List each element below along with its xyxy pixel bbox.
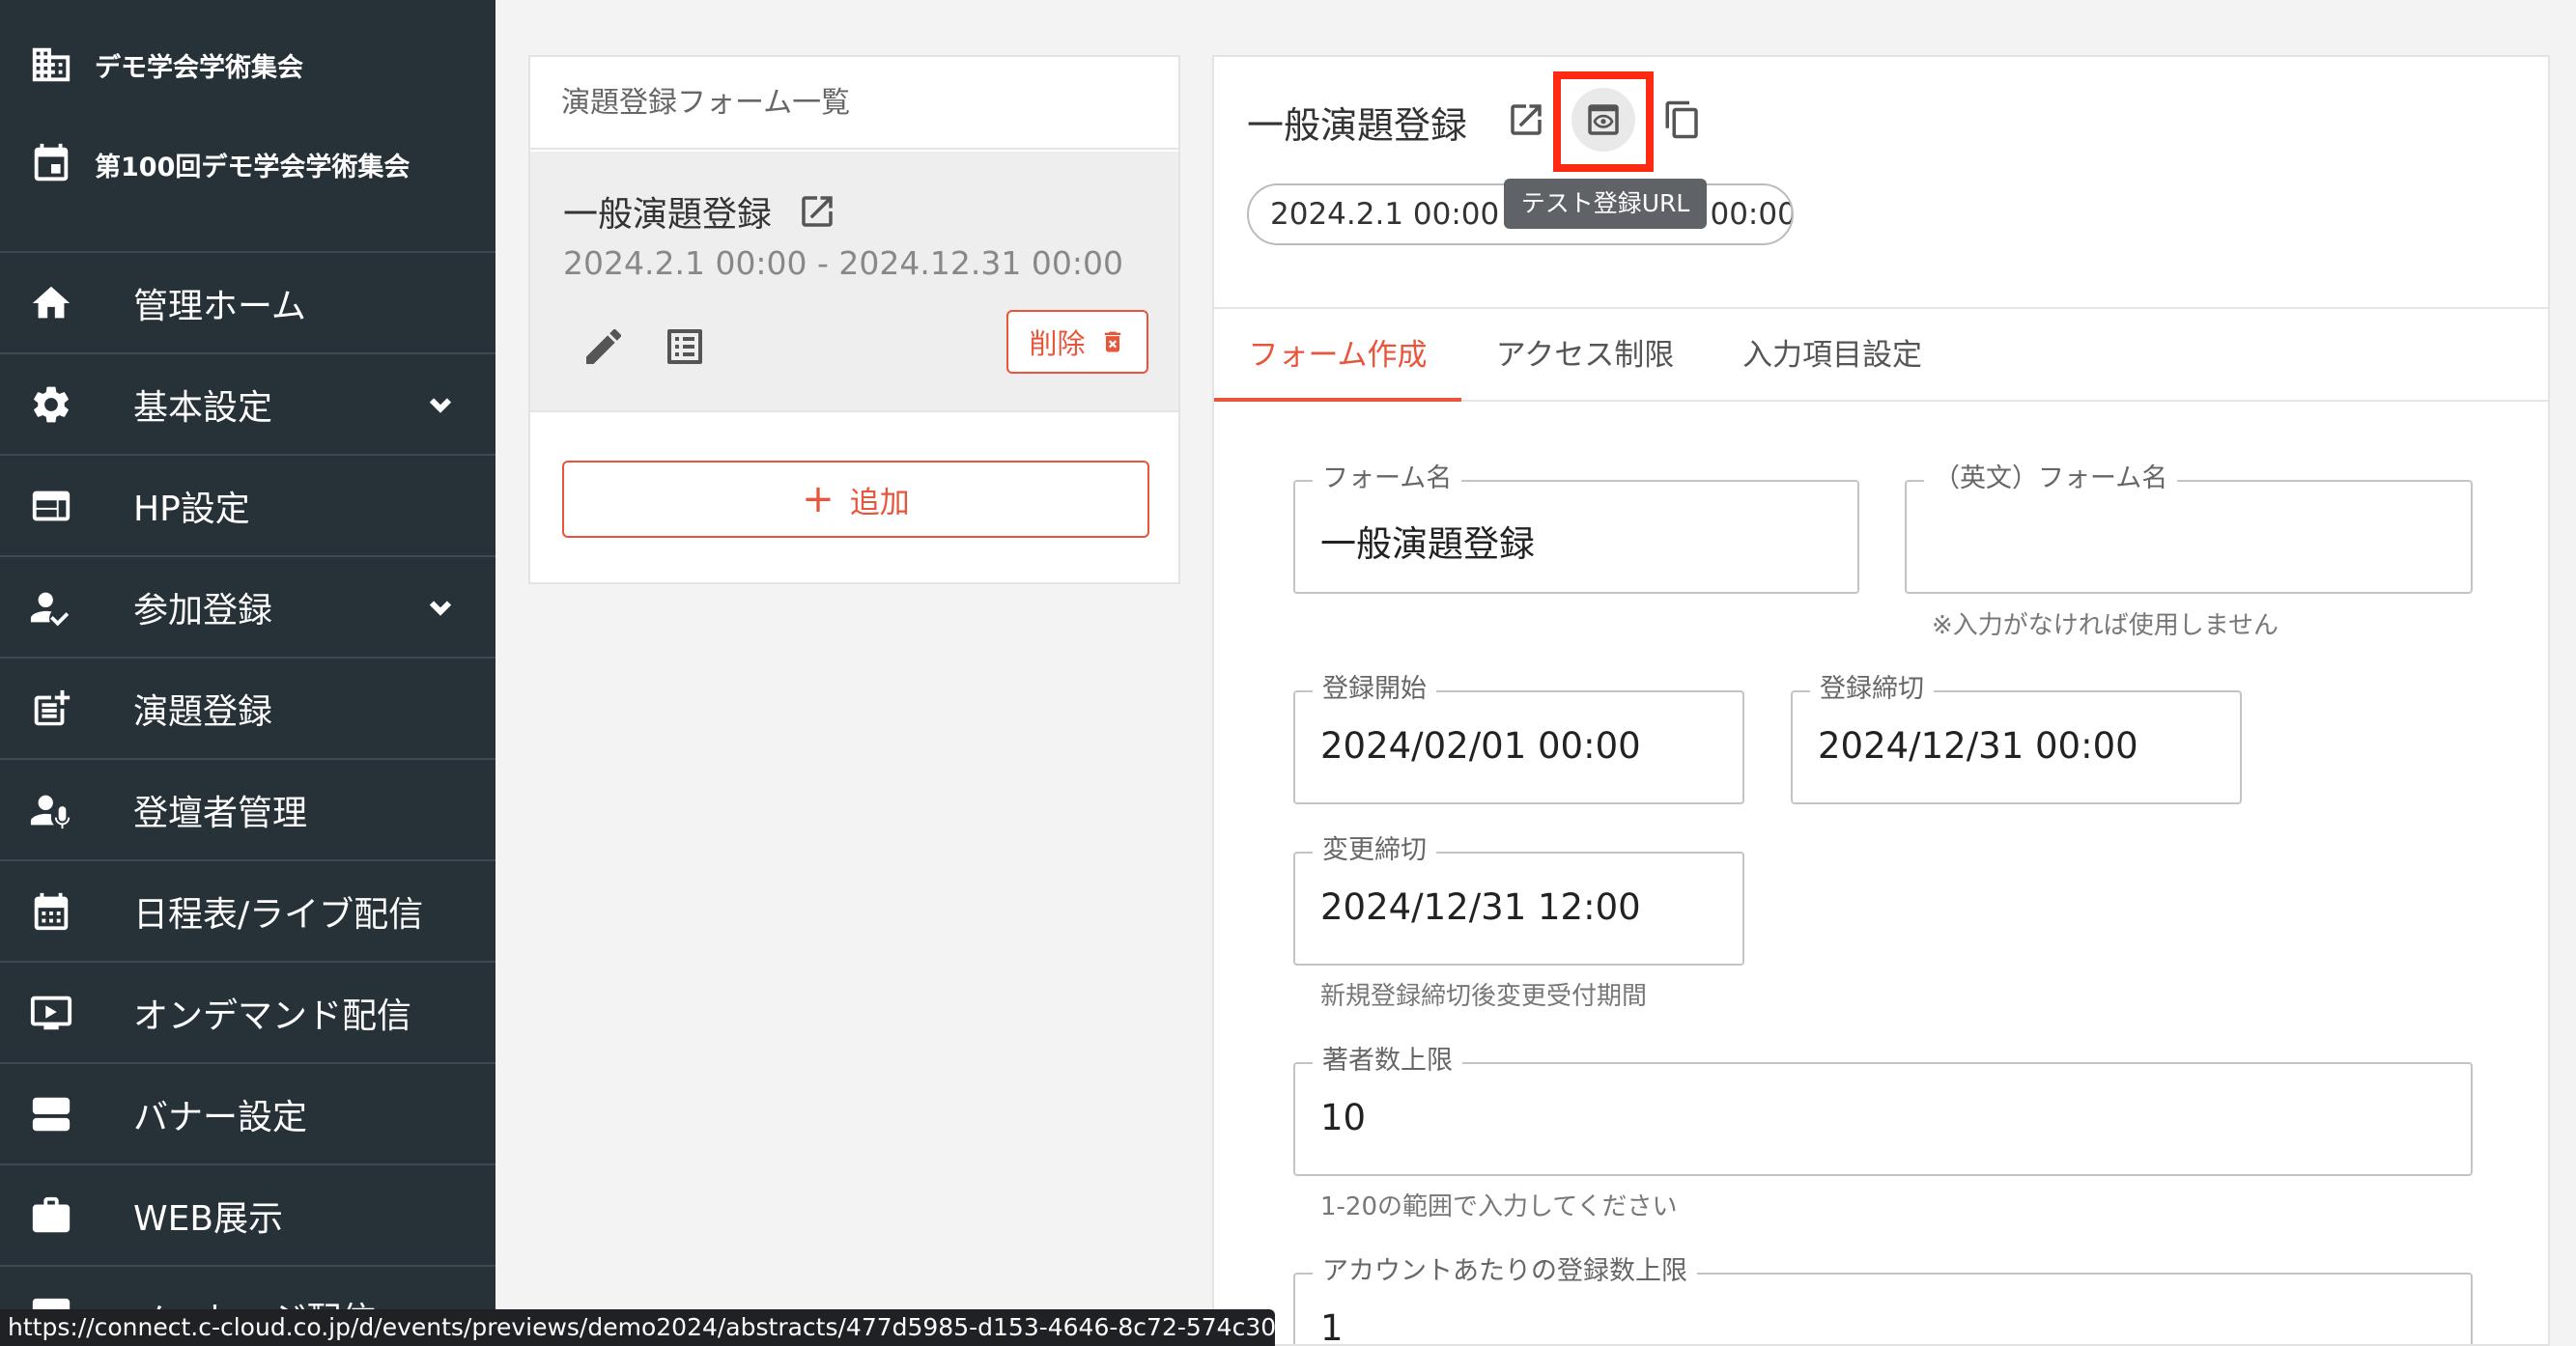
gear-icon <box>34 386 69 422</box>
sidebar: デモ学会学術集会 第100回デモ学会学術集会 管理ホーム 基本設定 HP設定 参… <box>0 0 495 1346</box>
open-in-new-icon[interactable] <box>797 191 837 232</box>
sidebar-item-home[interactable]: 管理ホーム <box>0 253 495 354</box>
form-name-en-label: （英文）フォーム名 <box>1924 463 2178 495</box>
form-item-name: 一般演題登録 <box>563 195 773 235</box>
form-name-label: フォーム名 <box>1313 463 1462 495</box>
chevron-down-icon <box>429 397 452 413</box>
reg-start-value: 2024/02/01 00:00 <box>1320 725 1641 767</box>
status-bar-url: https://connect.c-cloud.co.jp/d/events/p… <box>0 1309 1275 1346</box>
sidebar-item-label: 管理ホーム <box>133 286 306 326</box>
sidebar-item-speaker-management[interactable]: 登壇者管理 <box>0 760 495 861</box>
reg-end-label: 登録締切 <box>1810 673 1934 706</box>
sidebar-item-label: 基本設定 <box>133 387 273 428</box>
event-name: 第100回デモ学会学術集会 <box>95 152 410 182</box>
reg-start-field[interactable]: 登録開始 2024/02/01 00:00 <box>1293 673 1744 804</box>
sidebar-item-label: オンデマンド配信 <box>133 995 412 1036</box>
detail-title: 一般演題登録 <box>1247 104 1468 147</box>
change-end-value: 2024/12/31 12:00 <box>1320 886 1641 928</box>
sidebar-item-hp-settings[interactable]: HP設定 <box>0 456 495 557</box>
web-layout-icon <box>32 491 71 520</box>
banner-icon <box>32 1097 71 1131</box>
tooltip: テスト登録URL <box>1504 179 1707 229</box>
list-alt-icon[interactable] <box>662 323 708 370</box>
org-link[interactable]: デモ学会学術集会 <box>29 42 303 87</box>
sidebar-item-web-exhibition[interactable]: WEB展示 <box>0 1165 495 1267</box>
tab-input-settings[interactable]: 入力項目設定 <box>1709 309 1956 402</box>
add-form-button[interactable]: + 追加 <box>562 461 1149 538</box>
sidebar-item-basic-settings[interactable]: 基本設定 <box>0 354 495 456</box>
tab-access-restriction[interactable]: アクセス制限 <box>1461 309 1709 402</box>
sidebar-nav: 管理ホーム 基本設定 HP設定 参加登録 演題登録 登壇者管理 日程表/ライブ配… <box>0 253 495 1346</box>
per-account-max-value: 1 <box>1320 1307 1344 1346</box>
home-icon <box>32 286 71 318</box>
sidebar-header: デモ学会学術集会 第100回デモ学会学術集会 <box>0 0 495 253</box>
sidebar-item-schedule-live[interactable]: 日程表/ライブ配信 <box>0 861 495 963</box>
per-account-max-field[interactable]: アカウントあたりの登録数上限 1 <box>1293 1255 2473 1346</box>
post-add-icon <box>34 689 71 725</box>
sidebar-item-label: 演題登録 <box>133 691 273 732</box>
chevron-down-icon <box>429 600 452 616</box>
highlight-box <box>1553 71 1654 172</box>
tab-form-creation[interactable]: フォーム作成 <box>1214 309 1461 402</box>
author-max-value: 10 <box>1320 1097 1367 1138</box>
add-button-label: 追加 <box>849 485 910 520</box>
form-item-period: 2024.2.1 00:00 - 2024.12.31 00:00 <box>563 244 1123 282</box>
play-screen-icon <box>30 995 72 1029</box>
form-item-name-row: 一般演題登録 <box>563 186 837 237</box>
briefcase-icon <box>32 1196 71 1232</box>
detail-tabs: フォーム作成 アクセス制限 入力項目設定 <box>1214 307 2548 402</box>
open-in-new-icon[interactable] <box>1506 99 1546 140</box>
form-name-en-field[interactable]: （英文）フォーム名 <box>1905 463 2473 594</box>
sidebar-item-label: 日程表/ライブ配信 <box>133 894 424 935</box>
sidebar-item-on-demand[interactable]: オンデマンド配信 <box>0 963 495 1064</box>
sidebar-item-banner-settings[interactable]: バナー設定 <box>0 1064 495 1165</box>
org-name: デモ学会学術集会 <box>95 52 303 83</box>
trash-icon <box>1104 331 1120 352</box>
form-list-panel: 演題登録フォーム一覧 一般演題登録 2024.2.1 00:00 - 2024.… <box>528 55 1180 584</box>
change-end-helper: 新規登録締切後変更受付期間 <box>1320 982 1648 1011</box>
active-tab-indicator <box>1214 398 1461 402</box>
change-end-label: 変更締切 <box>1313 834 1436 867</box>
sidebar-item-participant-registration[interactable]: 参加登録 <box>0 557 495 659</box>
form-list-title: 演題登録フォーム一覧 <box>530 57 1178 150</box>
reg-end-value: 2024/12/31 00:00 <box>1818 725 2138 767</box>
delete-button-label: 削除 <box>1029 327 1086 360</box>
sidebar-item-abstract-registration[interactable]: 演題登録 <box>0 659 495 760</box>
user-check-icon <box>30 592 70 626</box>
event-link[interactable]: 第100回デモ学会学術集会 <box>29 142 410 186</box>
author-max-label: 著者数上限 <box>1313 1045 1462 1078</box>
form-name-value: 一般演題登録 <box>1320 523 1535 565</box>
speaker-people-icon <box>30 795 71 828</box>
sidebar-item-label: 登壇者管理 <box>133 793 308 833</box>
per-account-max-label: アカウントあたりの登録数上限 <box>1313 1255 1697 1288</box>
sidebar-item-label: 参加登録 <box>133 590 273 631</box>
form-name-en-helper: ※入力がなければ使用しません <box>1932 611 2279 640</box>
reg-start-label: 登録開始 <box>1313 673 1436 706</box>
form-list-item[interactable]: 一般演題登録 2024.2.1 00:00 - 2024.12.31 00:00… <box>530 152 1178 412</box>
calendar-event-icon <box>34 143 69 182</box>
edit-icon[interactable] <box>580 323 627 370</box>
author-max-field[interactable]: 著者数上限 10 <box>1293 1045 2473 1176</box>
reg-end-field[interactable]: 登録締切 2024/12/31 00:00 <box>1791 673 2242 804</box>
building-icon <box>32 47 71 82</box>
author-max-helper: 1-20の範囲で入力してください <box>1320 1192 1678 1221</box>
sidebar-item-label: HP設定 <box>133 489 250 529</box>
calendar-icon <box>34 892 69 930</box>
plus-icon: + <box>802 477 835 521</box>
sidebar-item-label: WEB展示 <box>133 1198 284 1239</box>
sidebar-item-label: バナー設定 <box>133 1097 308 1137</box>
delete-button[interactable]: 削除 <box>1006 310 1148 374</box>
form-detail-panel: 一般演題登録 2024.2.1 00:00 - 2024.12.31 00:00… <box>1212 55 2550 1346</box>
form-name-field[interactable]: フォーム名 一般演題登録 <box>1293 463 1859 594</box>
change-end-field[interactable]: 変更締切 2024/12/31 12:00 <box>1293 834 1744 966</box>
copy-icon[interactable] <box>1662 99 1703 140</box>
